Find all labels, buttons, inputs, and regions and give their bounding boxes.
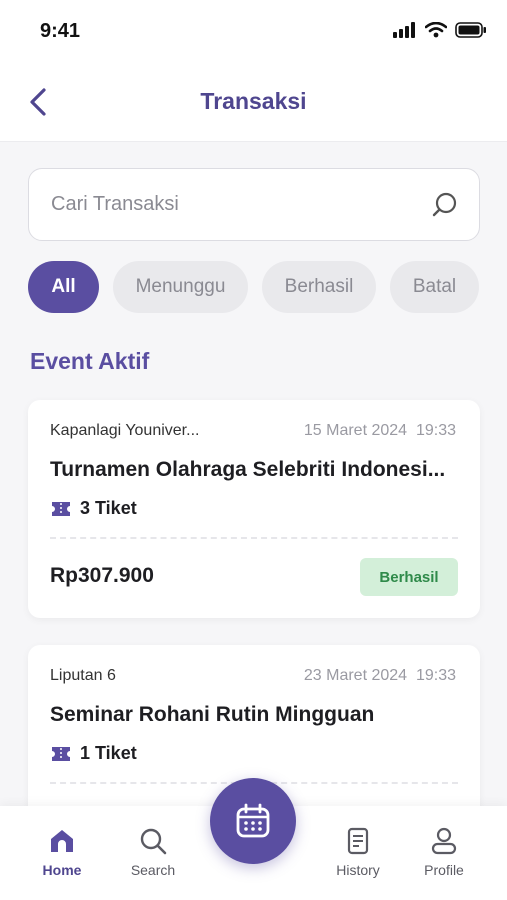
home-icon	[51, 830, 73, 852]
search-input[interactable]	[51, 169, 411, 240]
filter-chip-berhasil[interactable]: Berhasil	[262, 261, 376, 313]
search-box	[28, 168, 480, 241]
search-icon	[140, 828, 167, 855]
profile-icon	[431, 827, 457, 855]
ticket-icon	[52, 501, 70, 516]
card-date: 23 Maret 2024	[303, 667, 408, 684]
search-icon[interactable]	[431, 191, 459, 219]
filter-chip-menunggu[interactable]: Menunggu	[113, 261, 248, 313]
signal-icon	[393, 22, 415, 38]
app-header: Transaksi	[0, 62, 507, 142]
card-organizer: Kapanlagi Youniver...	[50, 422, 200, 439]
battery-icon	[455, 22, 486, 38]
card-divider	[50, 537, 458, 539]
ticket-label: 1 Tiket	[80, 743, 137, 763]
ticket-count: 3 Tiket	[50, 498, 137, 519]
nav-history-label: History	[336, 862, 380, 878]
nav-history[interactable]: History	[323, 826, 393, 878]
card-price: Rp307.900	[50, 564, 154, 587]
status-badge: Berhasil	[360, 558, 458, 596]
status-time: 9:41	[40, 20, 81, 42]
transaction-card[interactable]: Kapanlagi Youniver... 15 Maret 2024 19:3…	[28, 400, 480, 618]
calendar-icon	[236, 803, 270, 838]
card-title: Seminar Rohani Rutin Mingguan	[50, 703, 375, 726]
wifi-icon	[425, 22, 447, 38]
section-title: Event Aktif	[30, 348, 150, 374]
card-time: 19:33	[415, 422, 456, 439]
card-date: 15 Maret 2024	[303, 422, 408, 439]
page-title: Transaksi	[200, 88, 307, 114]
status-icons	[393, 22, 487, 38]
filter-chip-all[interactable]: All	[28, 261, 99, 313]
ticket-icon	[52, 746, 70, 761]
ticket-label: 3 Tiket	[80, 498, 137, 518]
ticket-count: 1 Tiket	[50, 743, 137, 764]
card-title: Turnamen Olahraga Selebriti Indonesi...	[50, 458, 446, 481]
nav-profile-label: Profile	[424, 862, 464, 878]
nav-profile[interactable]: Profile	[409, 826, 479, 878]
card-time: 19:33	[415, 667, 456, 684]
history-icon	[347, 827, 369, 855]
calendar-fab-button[interactable]	[210, 778, 296, 864]
status-bar: 9:41	[0, 0, 507, 62]
nav-home[interactable]: Home	[27, 826, 97, 878]
nav-search[interactable]: Search	[118, 826, 188, 878]
card-datetime: 15 Maret 2024 19:33	[304, 422, 456, 440]
nav-search-label: Search	[130, 862, 176, 878]
nav-home-label: Home	[42, 862, 82, 878]
card-datetime: 23 Maret 2024 19:33	[304, 667, 456, 685]
filter-chip-batal[interactable]: Batal	[390, 261, 479, 313]
card-organizer: Liputan 6	[50, 667, 116, 684]
